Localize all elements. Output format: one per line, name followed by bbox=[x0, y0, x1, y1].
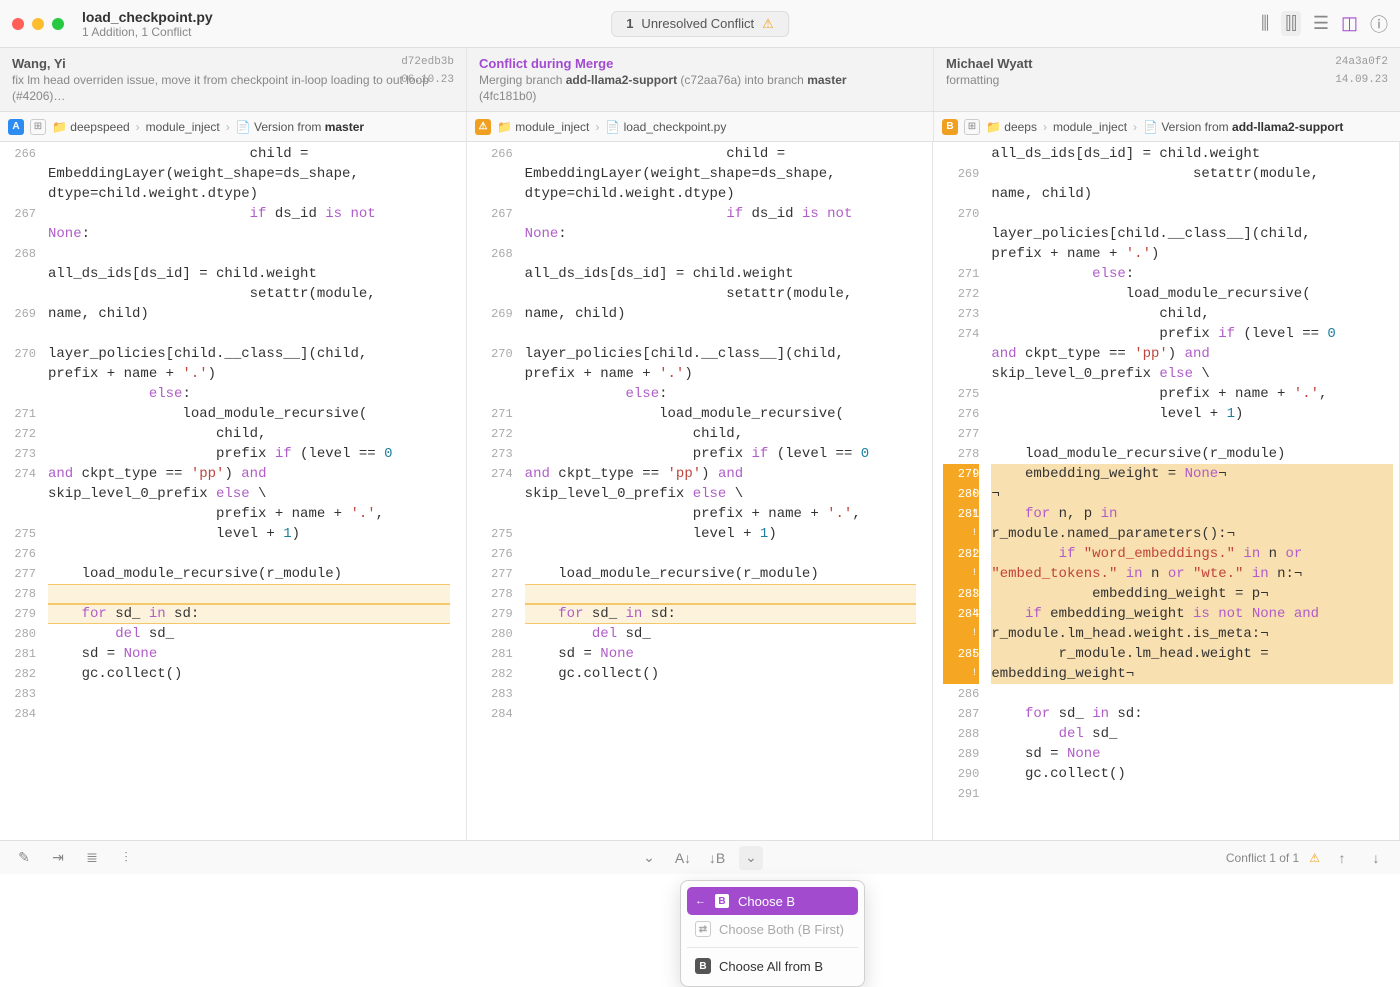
merge-description: Merging branch add-llama2-support (c72aa… bbox=[479, 73, 921, 104]
right-strip bbox=[933, 142, 943, 840]
right-crumb-version: add-llama2-support bbox=[1232, 120, 1343, 134]
collapse-a-icon[interactable]: ⊞ bbox=[30, 119, 46, 135]
window-icon[interactable]: ◫ bbox=[1341, 13, 1358, 34]
right-gutter: 2692702712722732742752762772782792802812… bbox=[943, 142, 985, 840]
menu-down-icon[interactable]: ⌄ bbox=[637, 846, 661, 870]
left-commit-info: Wang, Yi d72edb3b 06.10.23 fix lm head o… bbox=[0, 48, 467, 111]
status-left-icons: ✎ ⇥ ≣ ⫶ bbox=[12, 846, 138, 870]
view-tools: ⫼ ⫿⫿ ☰ ◫ ⓘ bbox=[1261, 11, 1388, 37]
center-crumb-folder[interactable]: module_inject bbox=[515, 120, 589, 134]
center-crumb-file[interactable]: load_checkpoint.py bbox=[624, 120, 727, 134]
take-b-icon[interactable]: ↓B bbox=[705, 846, 729, 870]
breadcrumb-bar: A ⊞ 📁 deepspeed › module_inject › 📄 Vers… bbox=[0, 112, 1400, 142]
center-strip-left bbox=[467, 142, 477, 840]
right-message: formatting bbox=[946, 73, 1388, 89]
center-gutter: 2662672682692702712722732742752762772782… bbox=[477, 142, 519, 840]
list-format-icon[interactable]: ≣ bbox=[80, 846, 104, 870]
merge-desc-into: into branch bbox=[741, 73, 807, 87]
status-right: Conflict 1 of 1 ⚠︎ ↑ ↓ bbox=[1226, 846, 1388, 870]
merge-heading: Conflict during Merge bbox=[479, 56, 921, 71]
collapse-b-icon[interactable]: ⊞ bbox=[964, 119, 980, 135]
warning-icon: ⚠︎ bbox=[1309, 851, 1320, 865]
brush-icon[interactable]: ✎ bbox=[12, 846, 36, 870]
side-b-badge: B bbox=[942, 119, 958, 135]
center-breadcrumb: ⚠ 📁 module_inject › 📄 load_checkpoint.py bbox=[467, 112, 934, 141]
right-crumb-folder[interactable]: deeps bbox=[1004, 120, 1037, 134]
warning-icon: ⚠︎ bbox=[762, 16, 774, 32]
merge-branch-target: master bbox=[807, 73, 846, 87]
traffic-lights bbox=[12, 18, 64, 30]
window-subtitle: 1 Addition, 1 Conflict bbox=[82, 25, 213, 39]
maximize-window-button[interactable] bbox=[52, 18, 64, 30]
right-breadcrumb: B ⊞ 📁 deeps › module_inject › 📄 Version … bbox=[934, 112, 1400, 141]
left-crumb-vlabel: Version from bbox=[254, 120, 325, 134]
center-pane[interactable]: 2662672682692702712722732742752762772782… bbox=[467, 142, 934, 840]
center-code[interactable]: child = EmbeddingLayer(weight_shape=ds_s… bbox=[519, 142, 923, 840]
left-date: 06.10.23 bbox=[401, 74, 454, 86]
merge-branch-source: add-llama2-support bbox=[566, 73, 677, 87]
right-crumb-sub[interactable]: module_inject bbox=[1053, 120, 1127, 134]
choose-all-b-item[interactable]: B Choose All from B bbox=[687, 952, 858, 980]
left-crumb-folder[interactable]: deepspeed bbox=[70, 120, 129, 134]
prev-conflict-icon[interactable]: ↑ bbox=[1330, 846, 1354, 870]
choose-b-item[interactable]: ←B Choose B bbox=[687, 887, 858, 915]
merge-target-hash: (4fc181b0) bbox=[479, 89, 536, 103]
left-gutter: 2662672682692702712722732742752762772782… bbox=[0, 142, 42, 840]
status-mid-icons: ⌄ A↓ ↓B ⌄ bbox=[637, 846, 763, 870]
conflict-label: Unresolved Conflict bbox=[641, 16, 754, 31]
warn-badge: ⚠ bbox=[475, 119, 491, 135]
left-crumb-version: master bbox=[325, 120, 364, 134]
indent-icon[interactable]: ⇥ bbox=[46, 846, 70, 870]
right-code[interactable]: all_ds_ids[ds_id] = child.weight setattr… bbox=[985, 142, 1399, 840]
left-author: Wang, Yi bbox=[12, 56, 454, 71]
diff-area: 2662672682692702712722732742752762772782… bbox=[0, 142, 1400, 840]
info-icon[interactable]: ⓘ bbox=[1370, 11, 1388, 37]
left-message: fix lm head overriden issue, move it fro… bbox=[12, 73, 454, 104]
conflict-status-pill[interactable]: 1 Unresolved Conflict ⚠︎ bbox=[611, 11, 789, 37]
layout-merge-icon[interactable]: ⫿⫿ bbox=[1281, 11, 1301, 36]
title-block: load_checkpoint.py 1 Addition, 1 Conflic… bbox=[82, 9, 213, 39]
merge-branch-hash: (c72aa76a) bbox=[680, 73, 741, 87]
layout-columns-icon[interactable]: ⫼ bbox=[1261, 13, 1269, 34]
left-code[interactable]: child = EmbeddingLayer(weight_shape=ds_s… bbox=[42, 142, 456, 840]
list-icon[interactable]: ☰ bbox=[1313, 13, 1329, 34]
popup-divider bbox=[687, 947, 858, 948]
side-a-badge: A bbox=[8, 119, 24, 135]
chevron-down-icon[interactable]: ⌄ bbox=[739, 846, 763, 870]
format-icon[interactable]: ⫶ bbox=[114, 846, 138, 870]
left-strip bbox=[456, 142, 466, 840]
choose-popup: ←B Choose B ⇄ Choose Both (B First) B Ch… bbox=[680, 880, 865, 987]
commit-info-bar: Wang, Yi d72edb3b 06.10.23 fix lm head o… bbox=[0, 48, 1400, 112]
right-pane[interactable]: 2692702712722732742752762772782792802812… bbox=[933, 142, 1400, 840]
center-merge-info: Conflict during Merge Merging branch add… bbox=[467, 48, 934, 111]
minimize-window-button[interactable] bbox=[32, 18, 44, 30]
right-author: Michael Wyatt bbox=[946, 56, 1388, 71]
window-title: load_checkpoint.py bbox=[82, 9, 213, 25]
choose-both-label: Choose Both (B First) bbox=[719, 922, 844, 937]
status-bar: ✎ ⇥ ≣ ⫶ ⌄ A↓ ↓B ⌄ Conflict 1 of 1 ⚠︎ ↑ ↓ bbox=[0, 840, 1400, 874]
next-conflict-icon[interactable]: ↓ bbox=[1364, 846, 1388, 870]
left-pane[interactable]: 2662672682692702712722732742752762772782… bbox=[0, 142, 467, 840]
right-commit-info: Michael Wyatt 24a3a0f2 14.09.23 formatti… bbox=[934, 48, 1400, 111]
center-strip-right bbox=[922, 142, 932, 840]
conflict-counter: Conflict 1 of 1 bbox=[1226, 851, 1299, 865]
left-crumb-sub[interactable]: module_inject bbox=[146, 120, 220, 134]
close-window-button[interactable] bbox=[12, 18, 24, 30]
merge-desc-prefix: Merging branch bbox=[479, 73, 566, 87]
right-date: 14.09.23 bbox=[1335, 74, 1388, 86]
choose-all-label: Choose All from B bbox=[719, 959, 823, 974]
left-hash: d72edb3b bbox=[401, 56, 454, 68]
titlebar: load_checkpoint.py 1 Addition, 1 Conflic… bbox=[0, 0, 1400, 48]
left-breadcrumb: A ⊞ 📁 deepspeed › module_inject › 📄 Vers… bbox=[0, 112, 467, 141]
choose-both-item[interactable]: ⇄ Choose Both (B First) bbox=[687, 915, 858, 943]
right-hash: 24a3a0f2 bbox=[1335, 56, 1388, 68]
take-a-icon[interactable]: A↓ bbox=[671, 846, 695, 870]
choose-b-label: Choose B bbox=[738, 894, 795, 909]
conflict-count: 1 bbox=[626, 16, 633, 31]
right-crumb-vlabel: Version from bbox=[1161, 120, 1232, 134]
